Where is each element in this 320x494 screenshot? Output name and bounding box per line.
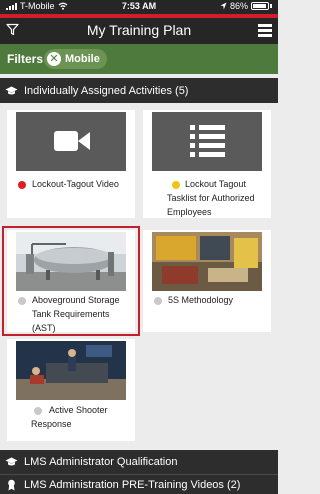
location-icon [220,2,227,10]
activity-card[interactable]: 5S Methodology [143,230,271,332]
workshop-photo [152,232,262,291]
status-dot [154,297,162,305]
ribbon-icon [0,479,22,491]
section-header-lms-pre-training[interactable]: LMS Administration PRE-Training Videos (… [0,474,278,494]
section-header-lms-admin-qualification[interactable]: LMS Administrator Qualification [0,450,278,474]
list-icon [152,112,262,171]
video-camera-icon [16,112,126,171]
filters-label: Filters [7,52,44,66]
section-title: LMS Administrator Qualification [24,456,178,468]
title-bar: My Training Plan [0,18,278,44]
status-dot [18,181,26,189]
activity-title: Lockout Tagout Tasklist for Authorized E… [167,179,255,217]
status-bar: T-Mobile 7:53 AM 86% [0,0,278,14]
activity-title: Active Shooter Response [31,405,108,429]
battery-tip-icon [270,4,272,8]
office-scene-photo [16,341,126,400]
battery-icon [251,2,269,10]
menu-icon[interactable] [258,24,272,39]
section-title: Individually Assigned Activities (5) [24,84,189,97]
filter-chip-label: Mobile [65,53,100,65]
activity-title: Lockout-Tagout Video [32,179,119,189]
section-header-individually-assigned[interactable]: Individually Assigned Activities (5) [0,78,278,103]
status-right: 86% [220,1,272,11]
remove-filter-icon[interactable]: ✕ [47,52,61,66]
activity-card[interactable]: Active Shooter Response [7,339,135,441]
filters-bar: Filters ✕ Mobile [0,44,278,74]
activity-card[interactable]: Lockout Tagout Tasklist for Authorized E… [143,110,271,218]
selection-outline [2,226,140,336]
section-title: LMS Administration PRE-Training Videos (… [24,478,241,491]
activity-card[interactable]: Lockout-Tagout Video [7,110,135,218]
filter-chip-mobile[interactable]: ✕ Mobile [44,49,107,69]
graduation-cap-icon [0,86,22,96]
page-title: My Training Plan [86,22,192,38]
graduation-cap-icon [0,457,22,467]
battery-percent: 86% [229,1,248,11]
activity-title: 5S Methodology [168,295,234,305]
